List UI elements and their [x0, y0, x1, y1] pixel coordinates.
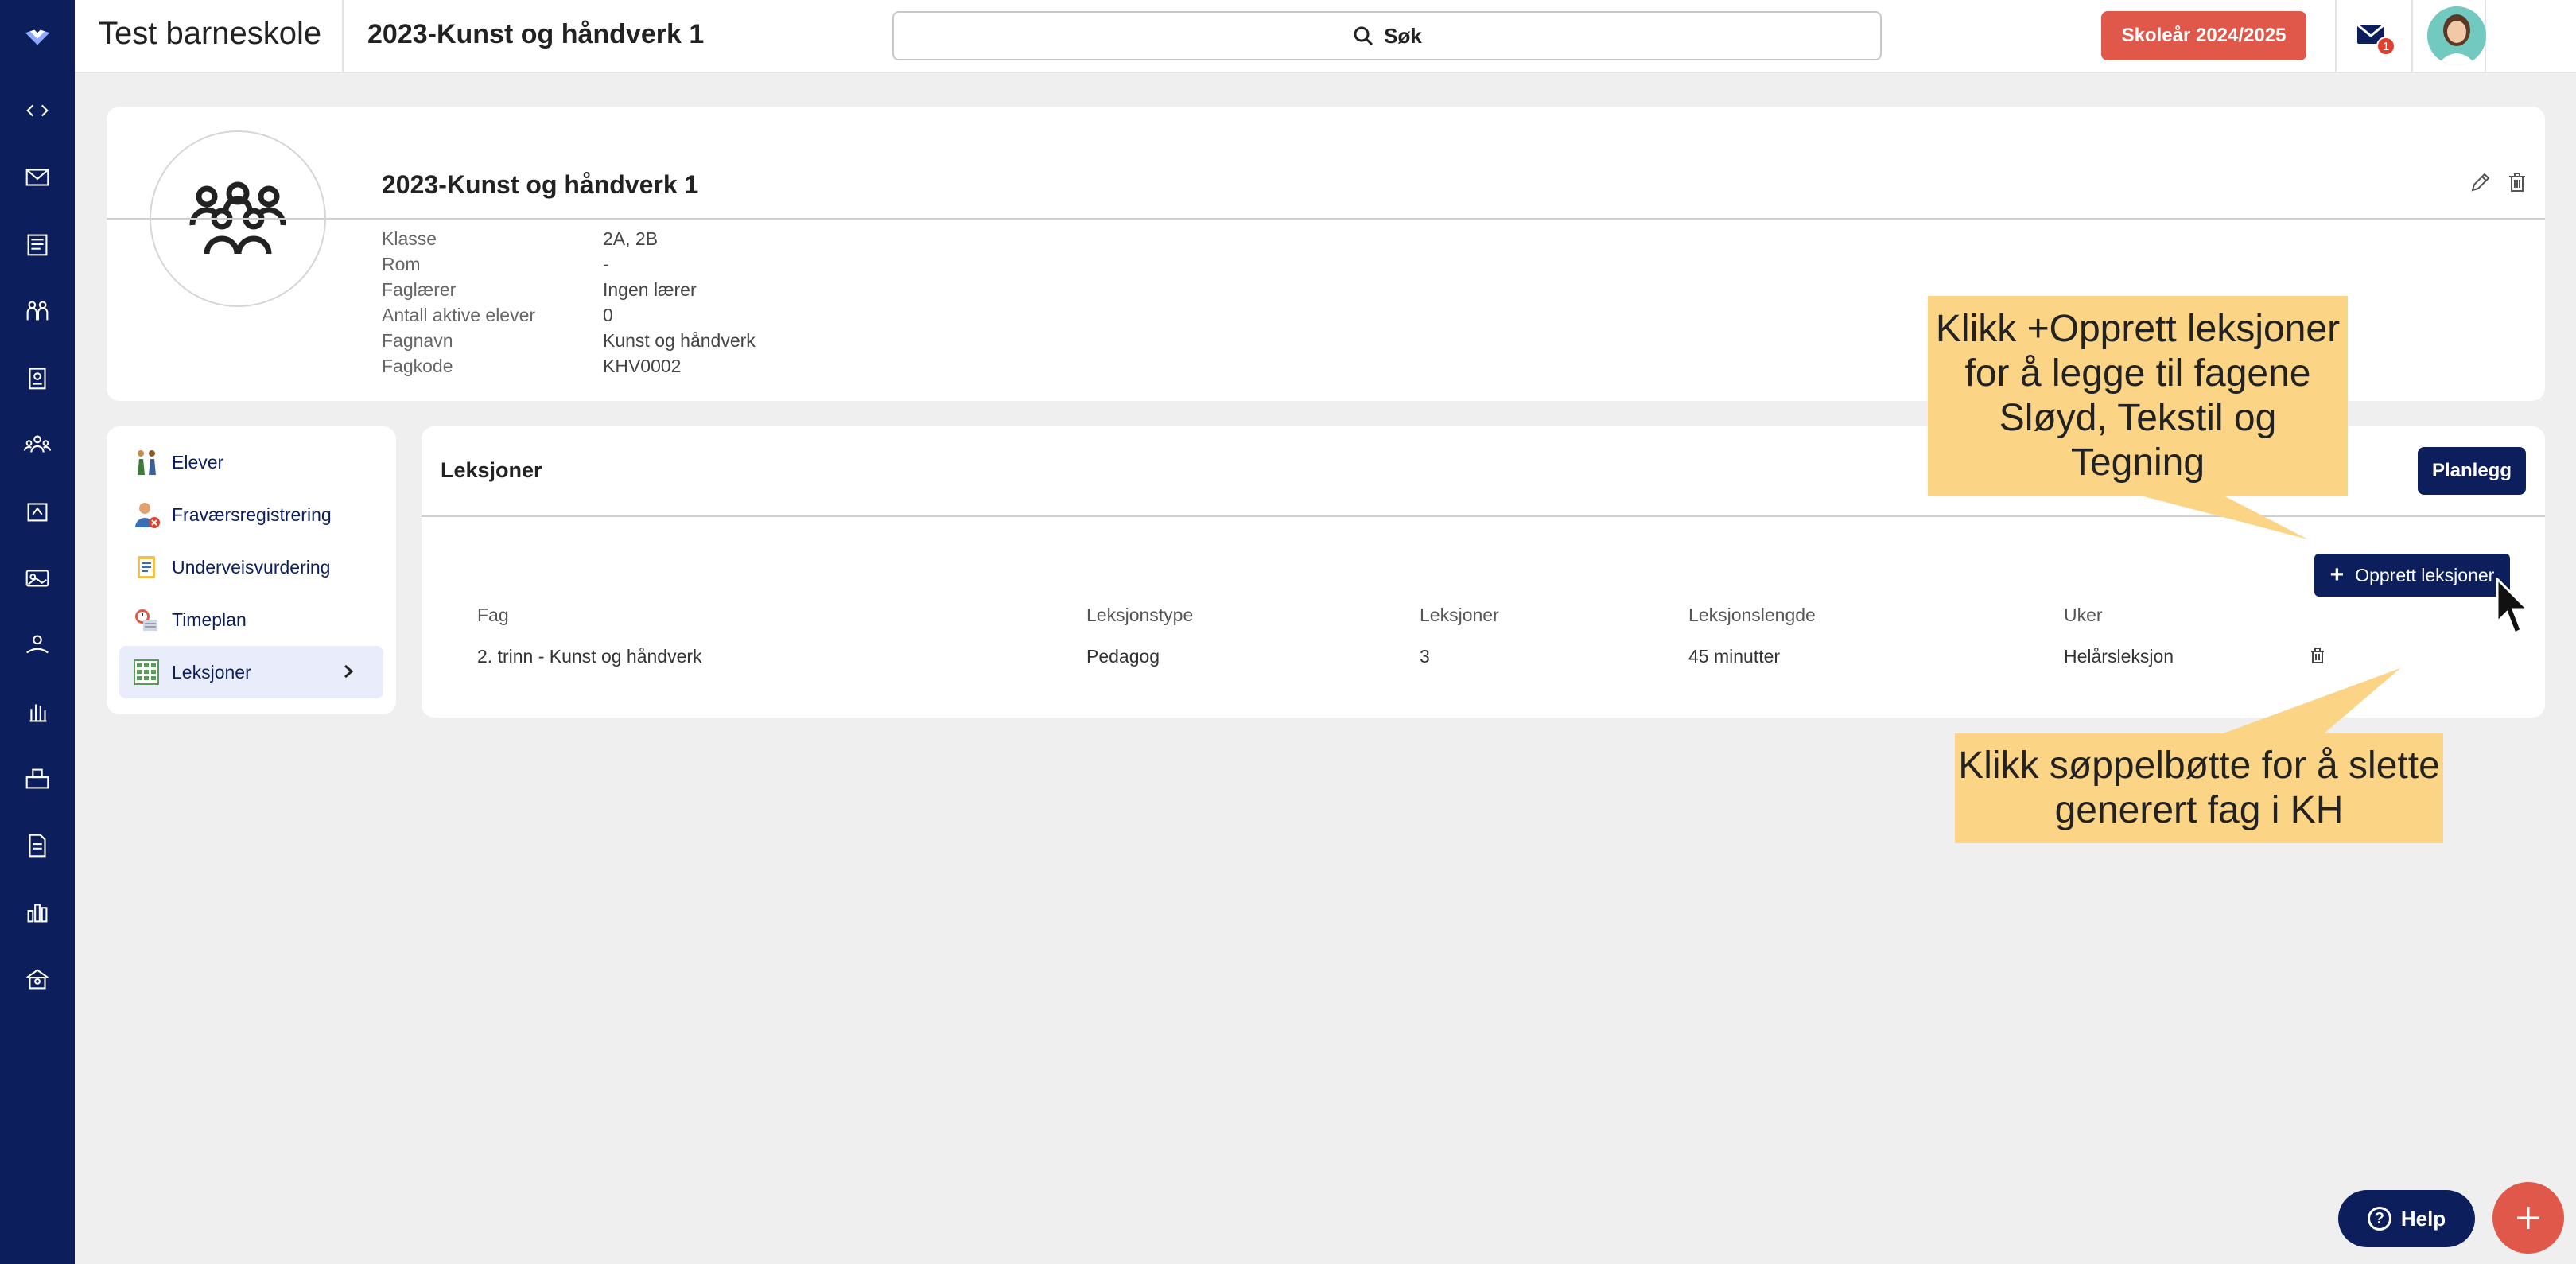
side-item-label: Underveisvurdering: [172, 556, 331, 578]
property-label: Fagkode: [382, 355, 453, 376]
table-cell: 3: [1420, 646, 1430, 667]
mail-nav-icon[interactable]: [17, 158, 57, 197]
search-input[interactable]: Søk: [892, 11, 1882, 60]
plus-icon: +: [2329, 562, 2345, 588]
help-label: Help: [2400, 1206, 2446, 1231]
side-item-timeplan[interactable]: Timeplan: [119, 593, 383, 646]
badge-nav-icon[interactable]: [17, 358, 57, 398]
property-label: Antall aktive elever: [382, 304, 536, 325]
school-nav-icon[interactable]: [17, 759, 57, 799]
absence-icon: [135, 503, 160, 528]
divider: [107, 218, 2545, 220]
hand-nav-icon[interactable]: [17, 692, 57, 732]
lessons-icon: [134, 659, 159, 685]
logo-icon[interactable]: [17, 18, 57, 57]
side-item-underveisvurdering[interactable]: Underveisvurdering: [119, 541, 383, 593]
property-value: Ingen lærer: [603, 278, 697, 300]
side-item-label: Leksjoner: [172, 661, 251, 683]
mail-button[interactable]: 1: [2354, 18, 2395, 57]
property-value: 0: [603, 304, 613, 325]
create-lessons-button[interactable]: + Opprett leksjoner: [2314, 554, 2510, 597]
side-item-label: Fraværsregistrering: [172, 504, 332, 525]
column-header: Leksjonstype: [1086, 605, 1194, 625]
top-divider: [2335, 0, 2337, 73]
property-label: Rom: [382, 253, 421, 274]
side-item-label: Timeplan: [172, 609, 247, 630]
group-properties: Klasse 2A, 2B Rom - Faglærer Ingen lærer An…: [382, 226, 756, 379]
property-label: Fagnavn: [382, 329, 453, 351]
search-icon: [1354, 26, 1373, 46]
school-year-button[interactable]: Skoleår 2024/2025: [2101, 11, 2306, 60]
divider: [422, 515, 2545, 517]
group-actions: [2469, 170, 2529, 194]
create-lessons-label: Opprett leksjoner: [2355, 564, 2495, 585]
create-lessons-callout: Klikk +Opprett leksjoner for å legge til…: [1928, 296, 2348, 496]
column-header: Leksjoner: [1420, 605, 1499, 625]
school-name: Test barneskole: [99, 16, 322, 51]
property-value: KHV0002: [603, 355, 682, 376]
column-header: Uker: [2064, 605, 2103, 625]
timetable-icon: [135, 609, 157, 631]
lessons-title: Leksjoner: [441, 458, 542, 482]
side-item-elever[interactable]: Elever: [119, 436, 383, 488]
groups-nav-icon[interactable]: [17, 291, 57, 331]
property-row: Rom -: [382, 251, 756, 277]
top-divider: [342, 0, 344, 73]
stats-nav-icon[interactable]: [17, 893, 57, 932]
mail-badge: 1: [2376, 37, 2395, 56]
lessons-table-header: Fag Leksjonstype Leksjoner Leksjonslengd…: [477, 605, 2513, 633]
property-row: Fagkode KHV0002: [382, 353, 756, 379]
property-label: Faglærer: [382, 278, 457, 300]
document-nav-icon[interactable]: [17, 826, 57, 865]
assessment-icon: [138, 556, 155, 578]
group-title: 2023-Kunst og håndverk 1: [382, 170, 699, 199]
left-nav-rail: [0, 0, 75, 1264]
property-row: Faglærer Ingen lærer: [382, 277, 756, 302]
support-nav-icon[interactable]: [17, 625, 57, 665]
property-row: Fagnavn Kunst og håndverk: [382, 328, 756, 353]
news-nav-icon[interactable]: [17, 224, 57, 264]
table-cell: 2. trinn - Kunst og håndverk: [477, 646, 702, 667]
help-button[interactable]: ? Help: [2338, 1190, 2475, 1247]
add-fab-button[interactable]: [2492, 1182, 2564, 1254]
side-item-fravaersregistrering[interactable]: Fraværsregistrering: [119, 488, 383, 541]
user-avatar[interactable]: [2427, 6, 2486, 65]
search-label: Søk: [1384, 23, 1422, 48]
property-row: Klasse 2A, 2B: [382, 226, 756, 251]
table-row: 2. trinn - Kunst og håndverk Pedagog 3 4…: [477, 646, 2513, 675]
gallery-nav-icon[interactable]: [17, 558, 57, 598]
group-side-menu: Elever Fraværsregistrering Underveisvurd…: [107, 426, 396, 714]
community-nav-icon[interactable]: [17, 425, 57, 465]
top-divider: [2411, 0, 2413, 73]
property-value: 2A, 2B: [603, 228, 659, 249]
edit-pencil-icon[interactable]: [2469, 170, 2492, 194]
delete-row-button[interactable]: [2308, 646, 2330, 668]
plus-icon: [2517, 1207, 2539, 1229]
delete-subject-callout: Klikk søppelbøtte for å slette generert …: [1955, 733, 2443, 843]
institution-nav-icon[interactable]: [17, 959, 57, 999]
assignment-nav-icon[interactable]: [17, 492, 57, 531]
page-title: 2023-Kunst og håndverk 1: [367, 19, 705, 49]
property-row: Antall aktive elever 0: [382, 302, 756, 328]
chevron-right-icon: [344, 664, 354, 679]
table-cell: 45 minutter: [1688, 646, 1781, 667]
mouse-cursor-icon: [2496, 578, 2531, 636]
property-value: -: [603, 253, 609, 274]
top-bar: Test barneskole 2023-Kunst og håndverk 1…: [75, 0, 2576, 73]
side-item-label: Elever: [172, 451, 224, 473]
property-value: Kunst og håndverk: [603, 329, 756, 351]
students-icon: [138, 450, 156, 475]
expand-nav-icon[interactable]: [17, 91, 57, 130]
user-avatar-image: [2427, 6, 2486, 65]
property-label: Klasse: [382, 228, 437, 249]
column-header: Leksjonslengde: [1688, 605, 1816, 625]
trash-icon: [2311, 648, 2324, 663]
delete-trash-icon[interactable]: [2505, 170, 2529, 194]
question-icon: ?: [2367, 1207, 2391, 1231]
column-header: Fag: [477, 605, 509, 625]
side-item-leksjoner[interactable]: Leksjoner: [119, 646, 383, 698]
table-cell: Helårsleksjon: [2064, 646, 2174, 667]
plan-button[interactable]: Planlegg: [2418, 447, 2526, 495]
table-cell: Pedagog: [1086, 646, 1160, 667]
